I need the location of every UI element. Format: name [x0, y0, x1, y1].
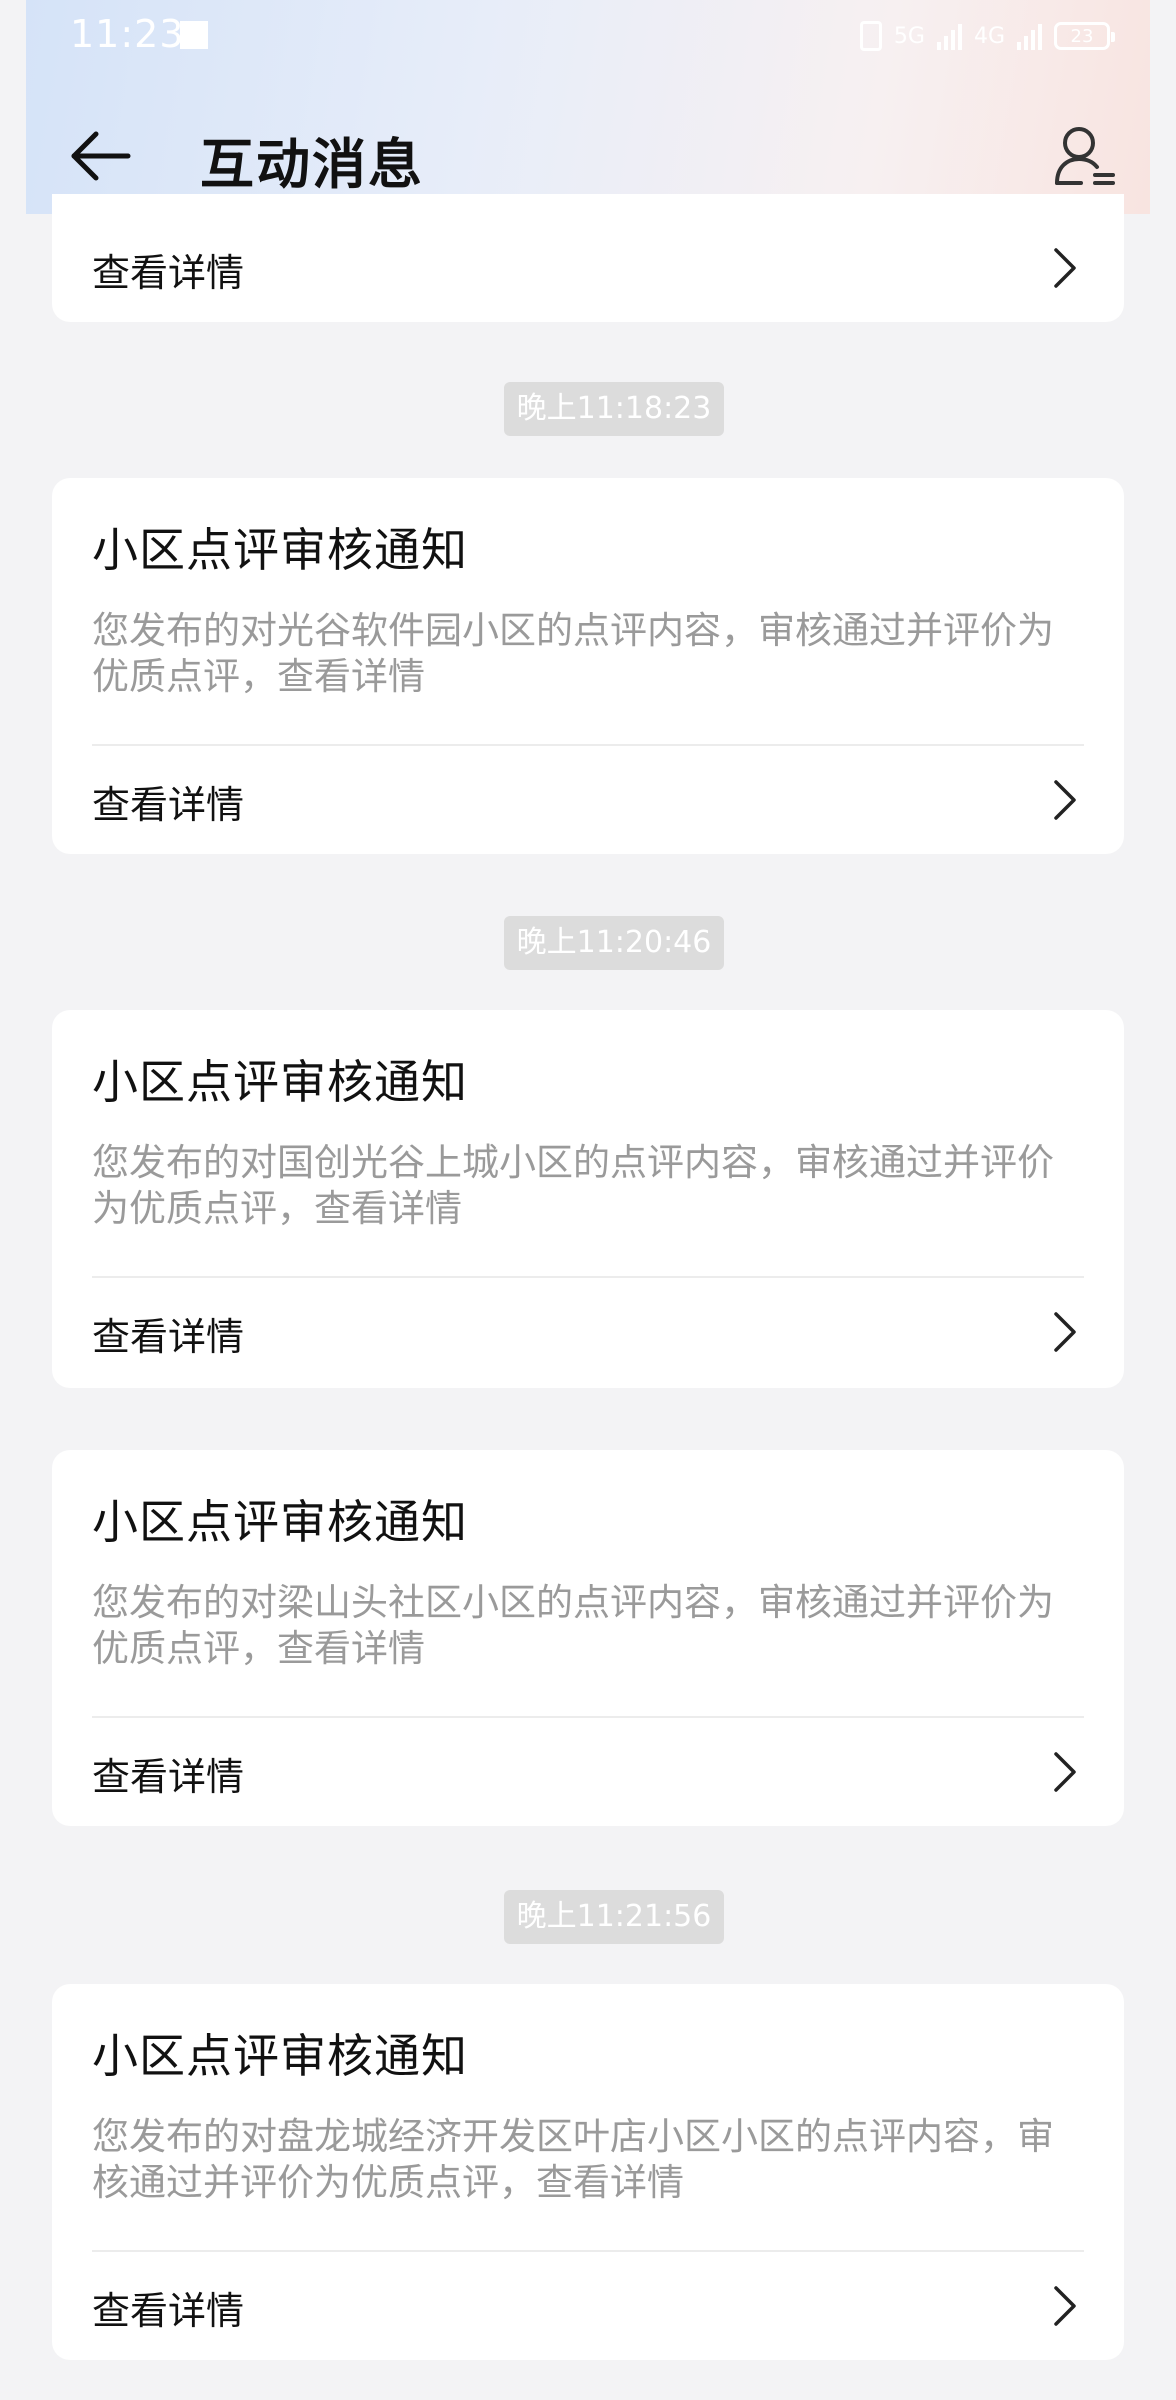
card-title: 小区点评审核通知	[92, 1495, 468, 1549]
card-title: 小区点评审核通知	[92, 2029, 468, 2083]
chevron-right-icon	[1054, 1752, 1076, 1792]
card-description: 您发布的对国创光谷上城小区的点评内容，审核通过并评价为优质点评，查看详情	[92, 1141, 1054, 1230]
view-detail-label: 查看详情	[92, 783, 245, 827]
card-description: 您发布的对盘龙城经济开发区叶店小区小区的点评内容，审核通过并评价为优质点评，查看…	[92, 2115, 1054, 2204]
page-title: 互动消息	[200, 133, 424, 196]
timestamp-badge: 晚上11:21:56	[504, 1890, 724, 1944]
view-detail-label: 查看详情	[92, 251, 245, 295]
chevron-right-icon	[1054, 248, 1076, 288]
signal-4g-icon	[1017, 22, 1042, 50]
battery-icon: 23	[1054, 22, 1115, 50]
message-card: 小区点评审核通知 您发布的对国创光谷上城小区的点评内容，审核通过并评价为优质点评…	[52, 1010, 1124, 1388]
chevron-right-icon	[1054, 1312, 1076, 1352]
timestamp-badge: 晚上11:18:23	[504, 382, 724, 436]
back-button[interactable]	[62, 118, 138, 194]
status-bar: 11:23 5G 4G 23	[26, 0, 1150, 72]
status-time: 11:23	[70, 12, 185, 56]
chevron-right-icon	[1054, 2286, 1076, 2326]
view-detail-row[interactable]: 查看详情	[52, 746, 1124, 854]
user-button[interactable]	[1044, 116, 1124, 196]
card-title: 小区点评审核通知	[92, 1055, 468, 1109]
card-description: 您发布的对光谷软件园小区的点评内容，审核通过并评价为优质点评，查看详情	[92, 609, 1054, 698]
notification-icon	[180, 21, 208, 49]
card-description: 您发布的对梁山头社区小区的点评内容，审核通过并评价为优质点评，查看详情	[92, 1581, 1054, 1670]
user-list-icon	[1055, 127, 1115, 185]
view-detail-row[interactable]: 查看详情	[52, 2252, 1124, 2360]
signal-4g-label: 4G	[973, 23, 1005, 49]
view-detail-row[interactable]: 查看详情	[52, 1718, 1124, 1826]
status-icons: 5G 4G 23	[859, 16, 1115, 56]
card-title: 小区点评审核通知	[92, 523, 468, 577]
chevron-right-icon	[1054, 780, 1076, 820]
signal-5g-label: 5G	[893, 23, 925, 49]
view-detail-label: 查看详情	[92, 2289, 245, 2333]
vibrate-icon	[859, 21, 882, 51]
view-detail-row[interactable]: 查看详情	[52, 1278, 1124, 1386]
message-card: 小区点评审核通知 您发布的对梁山头社区小区的点评内容，审核通过并评价为优质点评，…	[52, 1450, 1124, 1826]
app-screen: 11:23 5G 4G 23 互动消息 查看详情 晚上11:18:23 小区点评…	[26, 0, 1150, 2400]
view-detail-label: 查看详情	[92, 1315, 245, 1359]
timestamp-badge: 晚上11:20:46	[504, 916, 724, 970]
view-detail-label: 查看详情	[92, 1755, 245, 1799]
back-arrow-icon	[71, 131, 131, 181]
view-detail-row[interactable]: 查看详情	[52, 214, 1124, 322]
message-card: 小区点评审核通知 您发布的对光谷软件园小区的点评内容，审核通过并评价为优质点评，…	[52, 478, 1124, 854]
signal-5g-icon	[936, 22, 962, 50]
battery-level: 23	[1070, 25, 1094, 47]
message-card: 查看详情	[52, 194, 1124, 322]
message-card: 小区点评审核通知 您发布的对盘龙城经济开发区叶店小区小区的点评内容，审核通过并评…	[52, 1984, 1124, 2360]
